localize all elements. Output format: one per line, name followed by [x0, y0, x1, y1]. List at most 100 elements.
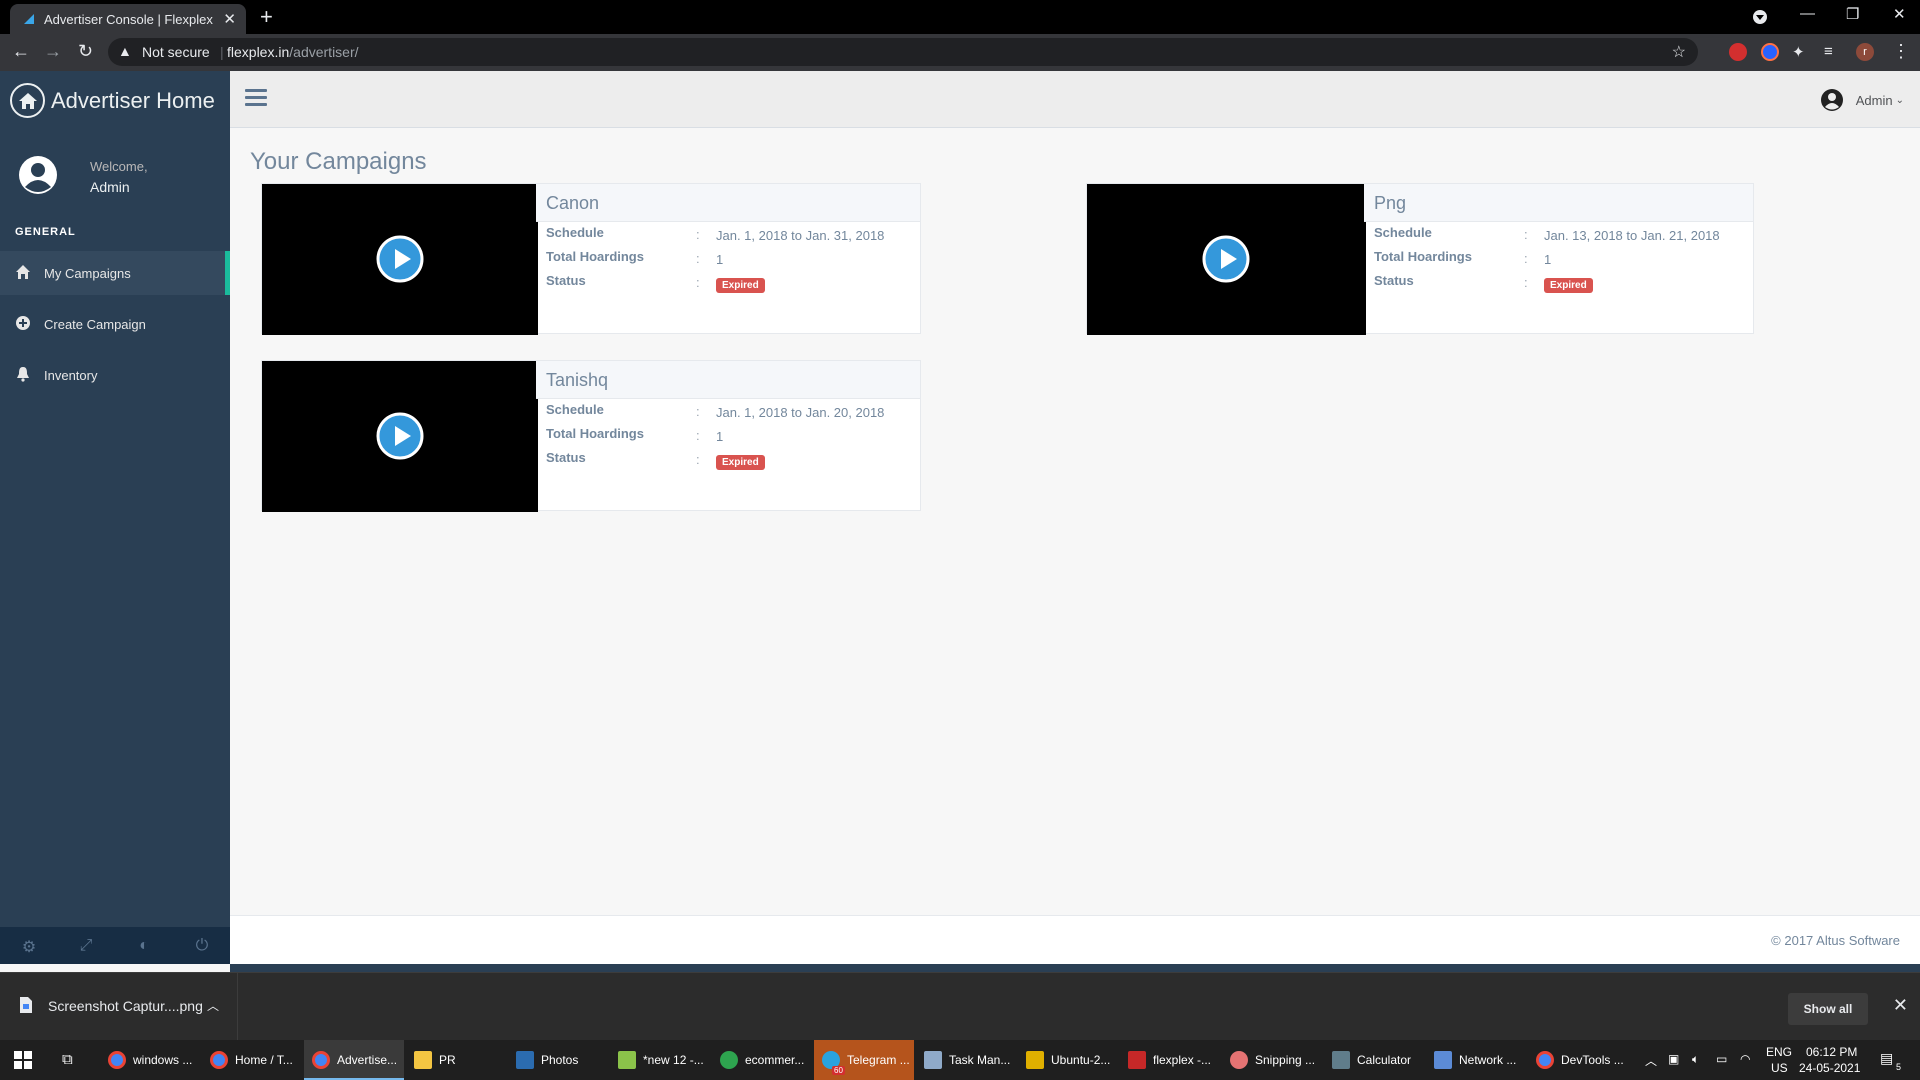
- hoardings-value: 1: [1544, 252, 1552, 267]
- status-badge: Expired: [716, 455, 765, 470]
- profile-down-icon[interactable]: [1752, 9, 1768, 25]
- notification-center-icon[interactable]: ▤: [1880, 1050, 1893, 1080]
- taskbar-app[interactable]: Photos: [508, 1040, 608, 1080]
- taskbar-app[interactable]: ecommer...: [712, 1040, 812, 1080]
- url-text[interactable]: flexplex.in/advertiser/: [227, 44, 359, 60]
- brand-link[interactable]: Advertiser Home: [10, 83, 215, 118]
- address-bar[interactable]: ▲ Not secure | flexplex.in/advertiser/ ☆: [108, 38, 1698, 66]
- taskbar-app[interactable]: DevTools ...: [1528, 1040, 1628, 1080]
- settings-gear-icon[interactable]: ⚙: [19, 937, 39, 956]
- taskbar-app[interactable]: Snipping ...: [1222, 1040, 1322, 1080]
- volume-icon[interactable]: 🔈︎: [1692, 1052, 1699, 1080]
- status-label: Status: [1374, 273, 1414, 288]
- schedule-label: Schedule: [546, 402, 604, 417]
- menu-toggle-icon[interactable]: [245, 89, 267, 107]
- taskbar-app-label: Home / T...: [235, 1053, 293, 1067]
- taskbar-app[interactable]: Task Man...: [916, 1040, 1016, 1080]
- play-icon[interactable]: [376, 235, 424, 283]
- restore-icon[interactable]: ❐: [1846, 5, 1859, 23]
- back-icon[interactable]: ←: [12, 41, 30, 62]
- clock-date[interactable]: 24-05-2021: [1799, 1061, 1860, 1080]
- field-separator: :: [696, 428, 700, 443]
- hoardings-value: 1: [716, 429, 724, 444]
- taskbar-app[interactable]: Network ...: [1426, 1040, 1526, 1080]
- close-tab-icon[interactable]: ✕: [223, 10, 236, 28]
- sidebar-item-my-campaigns[interactable]: My Campaigns: [0, 251, 230, 295]
- taskbar-app[interactable]: Home / T...: [202, 1040, 302, 1080]
- snipping-tool-icon: [1230, 1051, 1248, 1069]
- welcome-text: Welcome,: [90, 159, 148, 174]
- sidebar-item-label: Create Campaign: [44, 317, 146, 332]
- security-label[interactable]: Not secure: [142, 44, 210, 60]
- sidebar-item-inventory[interactable]: Inventory: [0, 353, 230, 397]
- chrome-icon: [312, 1051, 330, 1069]
- fullscreen-icon[interactable]: ⤢: [76, 937, 96, 955]
- taskbar-app[interactable]: *new 12 -...: [610, 1040, 710, 1080]
- eye-slash-icon[interactable]: ◐: [134, 937, 154, 955]
- campaign-name: Tanishq: [536, 361, 920, 399]
- extension-red-icon[interactable]: [1729, 43, 1747, 61]
- forward-icon[interactable]: →: [44, 41, 62, 62]
- network-icon: [1434, 1051, 1452, 1069]
- taskbar-app[interactable]: Calculator: [1324, 1040, 1424, 1080]
- chevron-up-icon[interactable]: ︿: [207, 997, 219, 1014]
- sidebar-item-create-campaign[interactable]: Create Campaign: [0, 302, 230, 346]
- browser-menu-icon[interactable]: ⋮: [1892, 41, 1910, 62]
- taskbar-app-label: DevTools ...: [1561, 1053, 1624, 1067]
- field-separator: :: [1524, 251, 1528, 266]
- close-window-icon[interactable]: ✕: [1893, 5, 1906, 23]
- language-bottom[interactable]: US: [1771, 1061, 1788, 1080]
- schedule-value: Jan. 13, 2018 to Jan. 21, 2018: [1544, 228, 1720, 243]
- reading-list-icon[interactable]: ≡: [1824, 43, 1833, 60]
- hoardings-value: 1: [716, 252, 724, 267]
- warning-icon[interactable]: ▲: [118, 43, 132, 59]
- taskbar-app[interactable]: flexplex -...: [1120, 1040, 1220, 1080]
- play-icon[interactable]: [376, 412, 424, 460]
- field-separator: :: [696, 251, 700, 266]
- taskbar-app[interactable]: windows ...: [100, 1040, 200, 1080]
- profile-avatar[interactable]: r: [1856, 43, 1874, 61]
- page-title: Your Campaigns: [250, 148, 427, 175]
- main-content: Your Campaigns Canon Schedule : Jan. 1, …: [230, 128, 1920, 915]
- campaign-video[interactable]: [262, 184, 538, 335]
- field-separator: :: [696, 404, 700, 419]
- wifi-icon[interactable]: ◠: [1740, 1052, 1750, 1080]
- reload-icon[interactable]: ↻: [78, 41, 93, 62]
- download-item[interactable]: Screenshot Captur....png ︿: [0, 973, 238, 1041]
- hoardings-label: Total Hoardings: [1374, 249, 1472, 264]
- telegram-badge: 60: [832, 1066, 845, 1075]
- extension-blue-icon[interactable]: [1761, 43, 1779, 61]
- task-view-icon[interactable]: ⧉: [62, 1051, 73, 1068]
- extensions-puzzle-icon[interactable]: ✦: [1792, 43, 1805, 61]
- battery-icon[interactable]: ▭: [1716, 1052, 1727, 1080]
- windows-start-icon[interactable]: [14, 1051, 32, 1069]
- campaign-card: Tanishq Schedule : Jan. 1, 2018 to Jan. …: [261, 360, 921, 512]
- status-value: Expired: [716, 276, 765, 293]
- close-download-bar-icon[interactable]: ✕: [1893, 995, 1908, 1016]
- tray-chevron-up-icon[interactable]: ︿: [1645, 1052, 1657, 1080]
- user-dropdown[interactable]: Admin ⌄: [1820, 88, 1904, 112]
- taskbar-app[interactable]: Advertise...: [304, 1040, 404, 1080]
- top-navbar: Admin ⌄: [230, 71, 1920, 128]
- show-all-button[interactable]: Show all: [1788, 993, 1868, 1025]
- schedule-label: Schedule: [546, 225, 604, 240]
- taskbar-app[interactable]: Ubuntu-2...: [1018, 1040, 1118, 1080]
- minimize-icon[interactable]: —: [1800, 5, 1815, 22]
- new-tab-button[interactable]: +: [260, 4, 273, 30]
- home-icon: [10, 83, 45, 118]
- power-icon[interactable]: ⏻: [192, 937, 212, 955]
- browser-tab[interactable]: Advertiser Console | Flexplex ✕: [10, 4, 246, 34]
- taskbar-app[interactable]: 60 Telegram ...: [814, 1040, 914, 1080]
- status-value: Expired: [1544, 276, 1593, 293]
- chrome-icon: [1536, 1051, 1554, 1069]
- play-icon[interactable]: [1202, 235, 1250, 283]
- taskbar-app[interactable]: PR: [406, 1040, 506, 1080]
- campaign-video[interactable]: [1087, 184, 1366, 335]
- bookmark-star-icon[interactable]: ☆: [1672, 42, 1686, 62]
- campaign-info: Canon Schedule : Jan. 1, 2018 to Jan. 31…: [536, 184, 920, 335]
- address-separator: |: [220, 44, 224, 60]
- campaign-video[interactable]: [262, 361, 538, 512]
- tray-device-icon[interactable]: ▣: [1668, 1052, 1679, 1080]
- download-file-name: Screenshot Captur....png: [48, 998, 203, 1014]
- status-row: Status : Expired: [536, 270, 920, 294]
